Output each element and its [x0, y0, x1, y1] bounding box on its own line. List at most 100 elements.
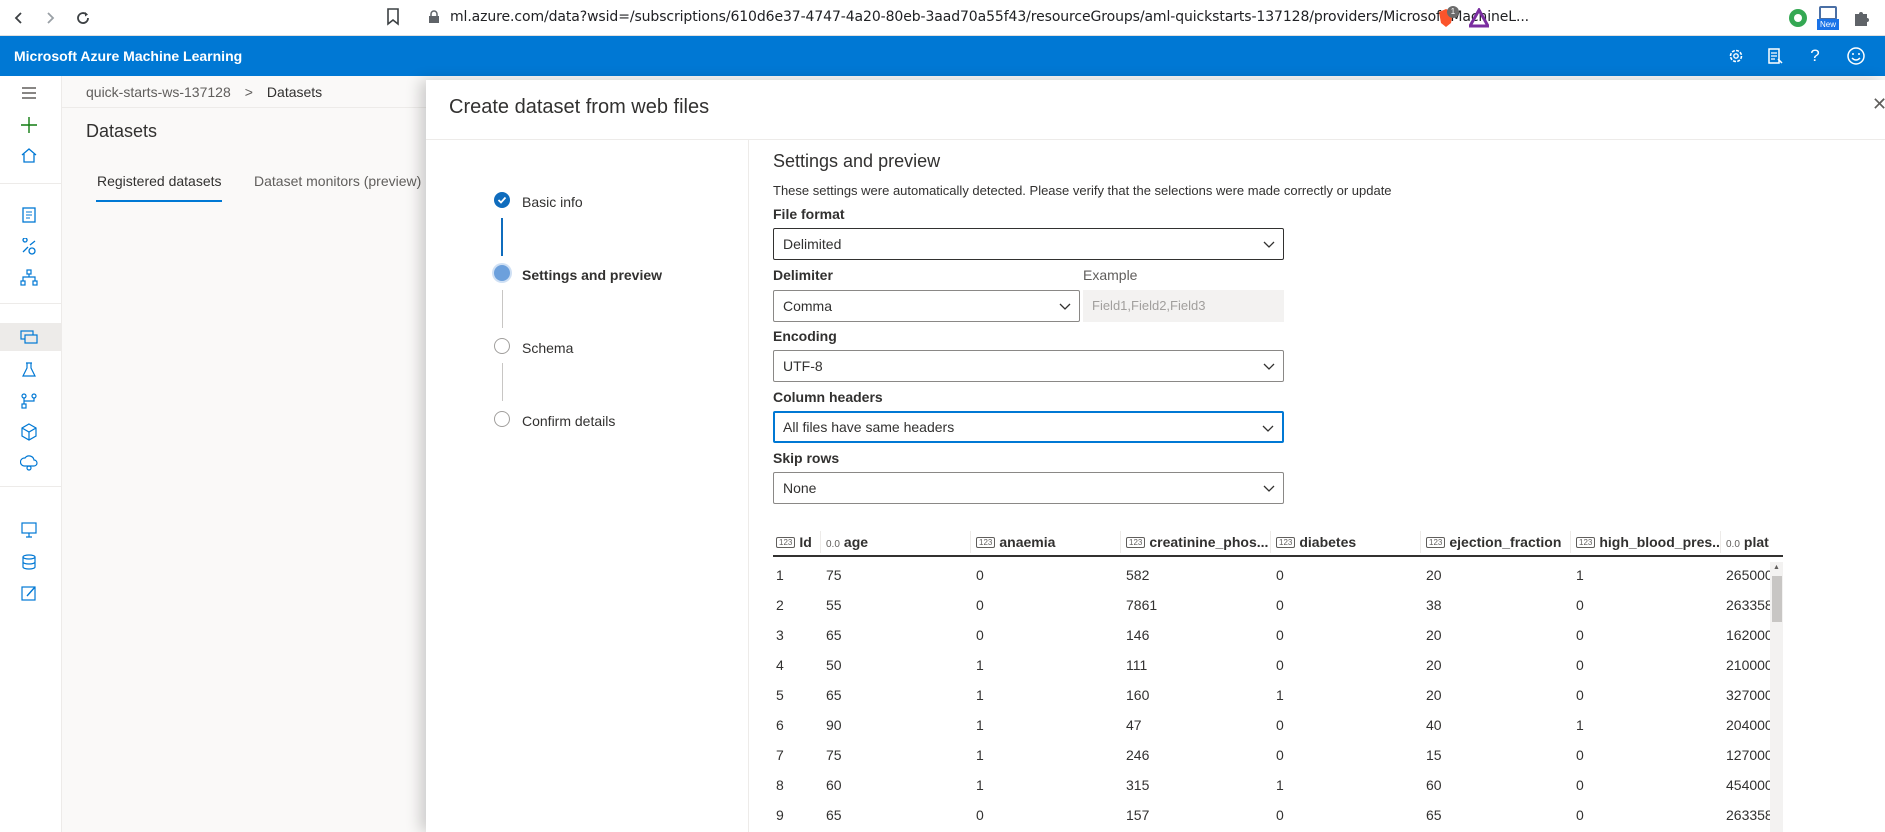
- delimiter-dropdown[interactable]: Comma: [773, 290, 1080, 322]
- help-icon[interactable]: ?: [1805, 46, 1825, 66]
- table-cell: 1: [976, 747, 984, 763]
- table-cell: 0: [976, 807, 984, 823]
- step-done-checkmark-icon: [494, 192, 510, 208]
- table-row: 9 65 0 157 0 65 0 263358: [773, 800, 1783, 830]
- automated-ml-icon[interactable]: [20, 238, 38, 256]
- brave-rewards-icon[interactable]: [1469, 8, 1489, 28]
- table-cell: 7: [776, 747, 784, 763]
- table-cell: 6: [776, 717, 784, 733]
- plus-icon[interactable]: [20, 116, 38, 134]
- reload-icon[interactable]: [71, 6, 95, 30]
- column-header[interactable]: 123 Id: [776, 534, 821, 550]
- scroll-up-icon[interactable]: ▲: [1773, 564, 1780, 571]
- puzzle-icon[interactable]: [1852, 8, 1872, 28]
- notifications-icon[interactable]: [1765, 46, 1785, 66]
- tab-dataset-monitors[interactable]: Dataset monitors (preview): [254, 173, 421, 189]
- designer-icon[interactable]: [20, 269, 38, 287]
- home-icon[interactable]: [20, 146, 38, 164]
- breadcrumb-current[interactable]: Datasets: [267, 84, 322, 100]
- extension-new-icon[interactable]: New: [1817, 4, 1839, 32]
- step-basic-info[interactable]: Basic info: [522, 194, 583, 210]
- breadcrumb: quick-starts-ws-137128 > Datasets: [86, 84, 322, 100]
- extension-green-icon[interactable]: [1788, 8, 1808, 28]
- file-format-dropdown[interactable]: Delimited: [773, 228, 1284, 260]
- column-separator[interactable]: [1270, 531, 1271, 553]
- skip-rows-dropdown[interactable]: None: [773, 472, 1284, 504]
- browser-toolbar: ml.azure.com/data?wsid=/subscriptions/61…: [0, 0, 1885, 36]
- hamburger-menu-icon[interactable]: [20, 84, 38, 102]
- datastores-icon[interactable]: [20, 553, 38, 571]
- column-separator[interactable]: [820, 531, 821, 553]
- table-cell: 0: [1576, 807, 1584, 823]
- encoding-dropdown[interactable]: UTF-8: [773, 350, 1284, 382]
- integer-type-icon: 123: [1276, 537, 1296, 548]
- page-title: Datasets: [86, 121, 158, 141]
- step-settings-and-preview[interactable]: Settings and preview: [522, 267, 662, 283]
- settings-icon[interactable]: [1726, 46, 1746, 66]
- step-confirm-details[interactable]: Confirm details: [522, 413, 615, 429]
- column-header[interactable]: 123 creatinine_phos...: [1126, 534, 1271, 550]
- tab-registered-datasets[interactable]: Registered datasets: [97, 173, 222, 189]
- close-icon[interactable]: ✕: [1872, 94, 1885, 115]
- breadcrumb-workspace[interactable]: quick-starts-ws-137128: [86, 84, 231, 100]
- column-header[interactable]: 0.0 age: [826, 534, 971, 550]
- preview-table: 123 Id 0.0 age 123 anaemia 123 creatinine_phos.…: [773, 527, 1783, 832]
- table-cell: 160: [1126, 687, 1150, 703]
- active-tab-indicator: [96, 200, 222, 202]
- endpoints-icon[interactable]: [20, 454, 38, 472]
- feedback-smiley-icon[interactable]: [1846, 46, 1866, 66]
- forward-icon[interactable]: [38, 6, 62, 30]
- datasets-icon[interactable]: [20, 328, 38, 346]
- column-separator[interactable]: [1120, 531, 1121, 553]
- column-header[interactable]: 0.0 plat: [1726, 534, 1783, 550]
- table-row: 1 75 0 582 0 20 1 265000: [773, 560, 1783, 590]
- column-separator[interactable]: [1570, 531, 1571, 553]
- table-cell: 65: [826, 687, 842, 703]
- settings-description: These settings were automatically detect…: [773, 183, 1392, 198]
- notebooks-icon[interactable]: [20, 206, 38, 224]
- table-cell: 40: [1426, 717, 1442, 733]
- table-cell: 20: [1426, 627, 1442, 643]
- table-cell: 1: [1276, 687, 1284, 703]
- column-headers-dropdown[interactable]: All files have same headers: [773, 411, 1284, 443]
- table-cell: 65: [826, 807, 842, 823]
- steps-divider: [748, 140, 749, 832]
- column-separator[interactable]: [1420, 531, 1421, 553]
- step-pending-indicator: [494, 338, 510, 354]
- table-cell: 1: [1576, 717, 1584, 733]
- step-schema[interactable]: Schema: [522, 340, 573, 356]
- table-scrollbar[interactable]: ▲: [1770, 562, 1783, 832]
- column-header[interactable]: 123 high_blood_pres...: [1576, 534, 1721, 550]
- table-cell: 20: [1426, 657, 1442, 673]
- compute-icon[interactable]: [20, 521, 38, 539]
- step-connector: [502, 363, 503, 401]
- table-row: 7 75 1 246 0 15 0 127000: [773, 740, 1783, 770]
- table-cell: 65: [826, 627, 842, 643]
- table-cell: 0: [1576, 597, 1584, 613]
- column-header[interactable]: 123 ejection_fraction: [1426, 534, 1571, 550]
- table-row: 8 60 1 315 1 60 0 454000: [773, 770, 1783, 800]
- table-cell: 15: [1426, 747, 1442, 763]
- models-icon[interactable]: [20, 423, 38, 441]
- bookmark-icon[interactable]: [386, 8, 400, 26]
- address-bar[interactable]: ml.azure.com/data?wsid=/subscriptions/61…: [450, 9, 1529, 25]
- column-separator[interactable]: [1720, 531, 1721, 553]
- scrollbar-thumb[interactable]: [1772, 576, 1782, 622]
- column-name: plat: [1743, 534, 1769, 550]
- table-cell: 0: [976, 567, 984, 583]
- back-icon[interactable]: [7, 6, 31, 30]
- table-cell: 146: [1126, 627, 1150, 643]
- integer-type-icon: 123: [976, 537, 996, 548]
- experiments-icon[interactable]: [20, 361, 38, 379]
- decimal-type-icon: 0.0: [826, 539, 840, 550]
- dialog-divider: [426, 139, 1885, 140]
- pipelines-icon[interactable]: [20, 392, 38, 410]
- column-header[interactable]: 123 anaemia: [976, 534, 1121, 550]
- table-cell: 0: [1276, 567, 1284, 583]
- delimiter-label: Delimiter: [773, 267, 833, 283]
- column-header[interactable]: 123 diabetes: [1276, 534, 1421, 550]
- table-cell: 0: [1576, 627, 1584, 643]
- column-name: creatinine_phos...: [1149, 534, 1269, 550]
- column-separator[interactable]: [970, 531, 971, 553]
- data-labeling-icon[interactable]: [20, 584, 38, 602]
